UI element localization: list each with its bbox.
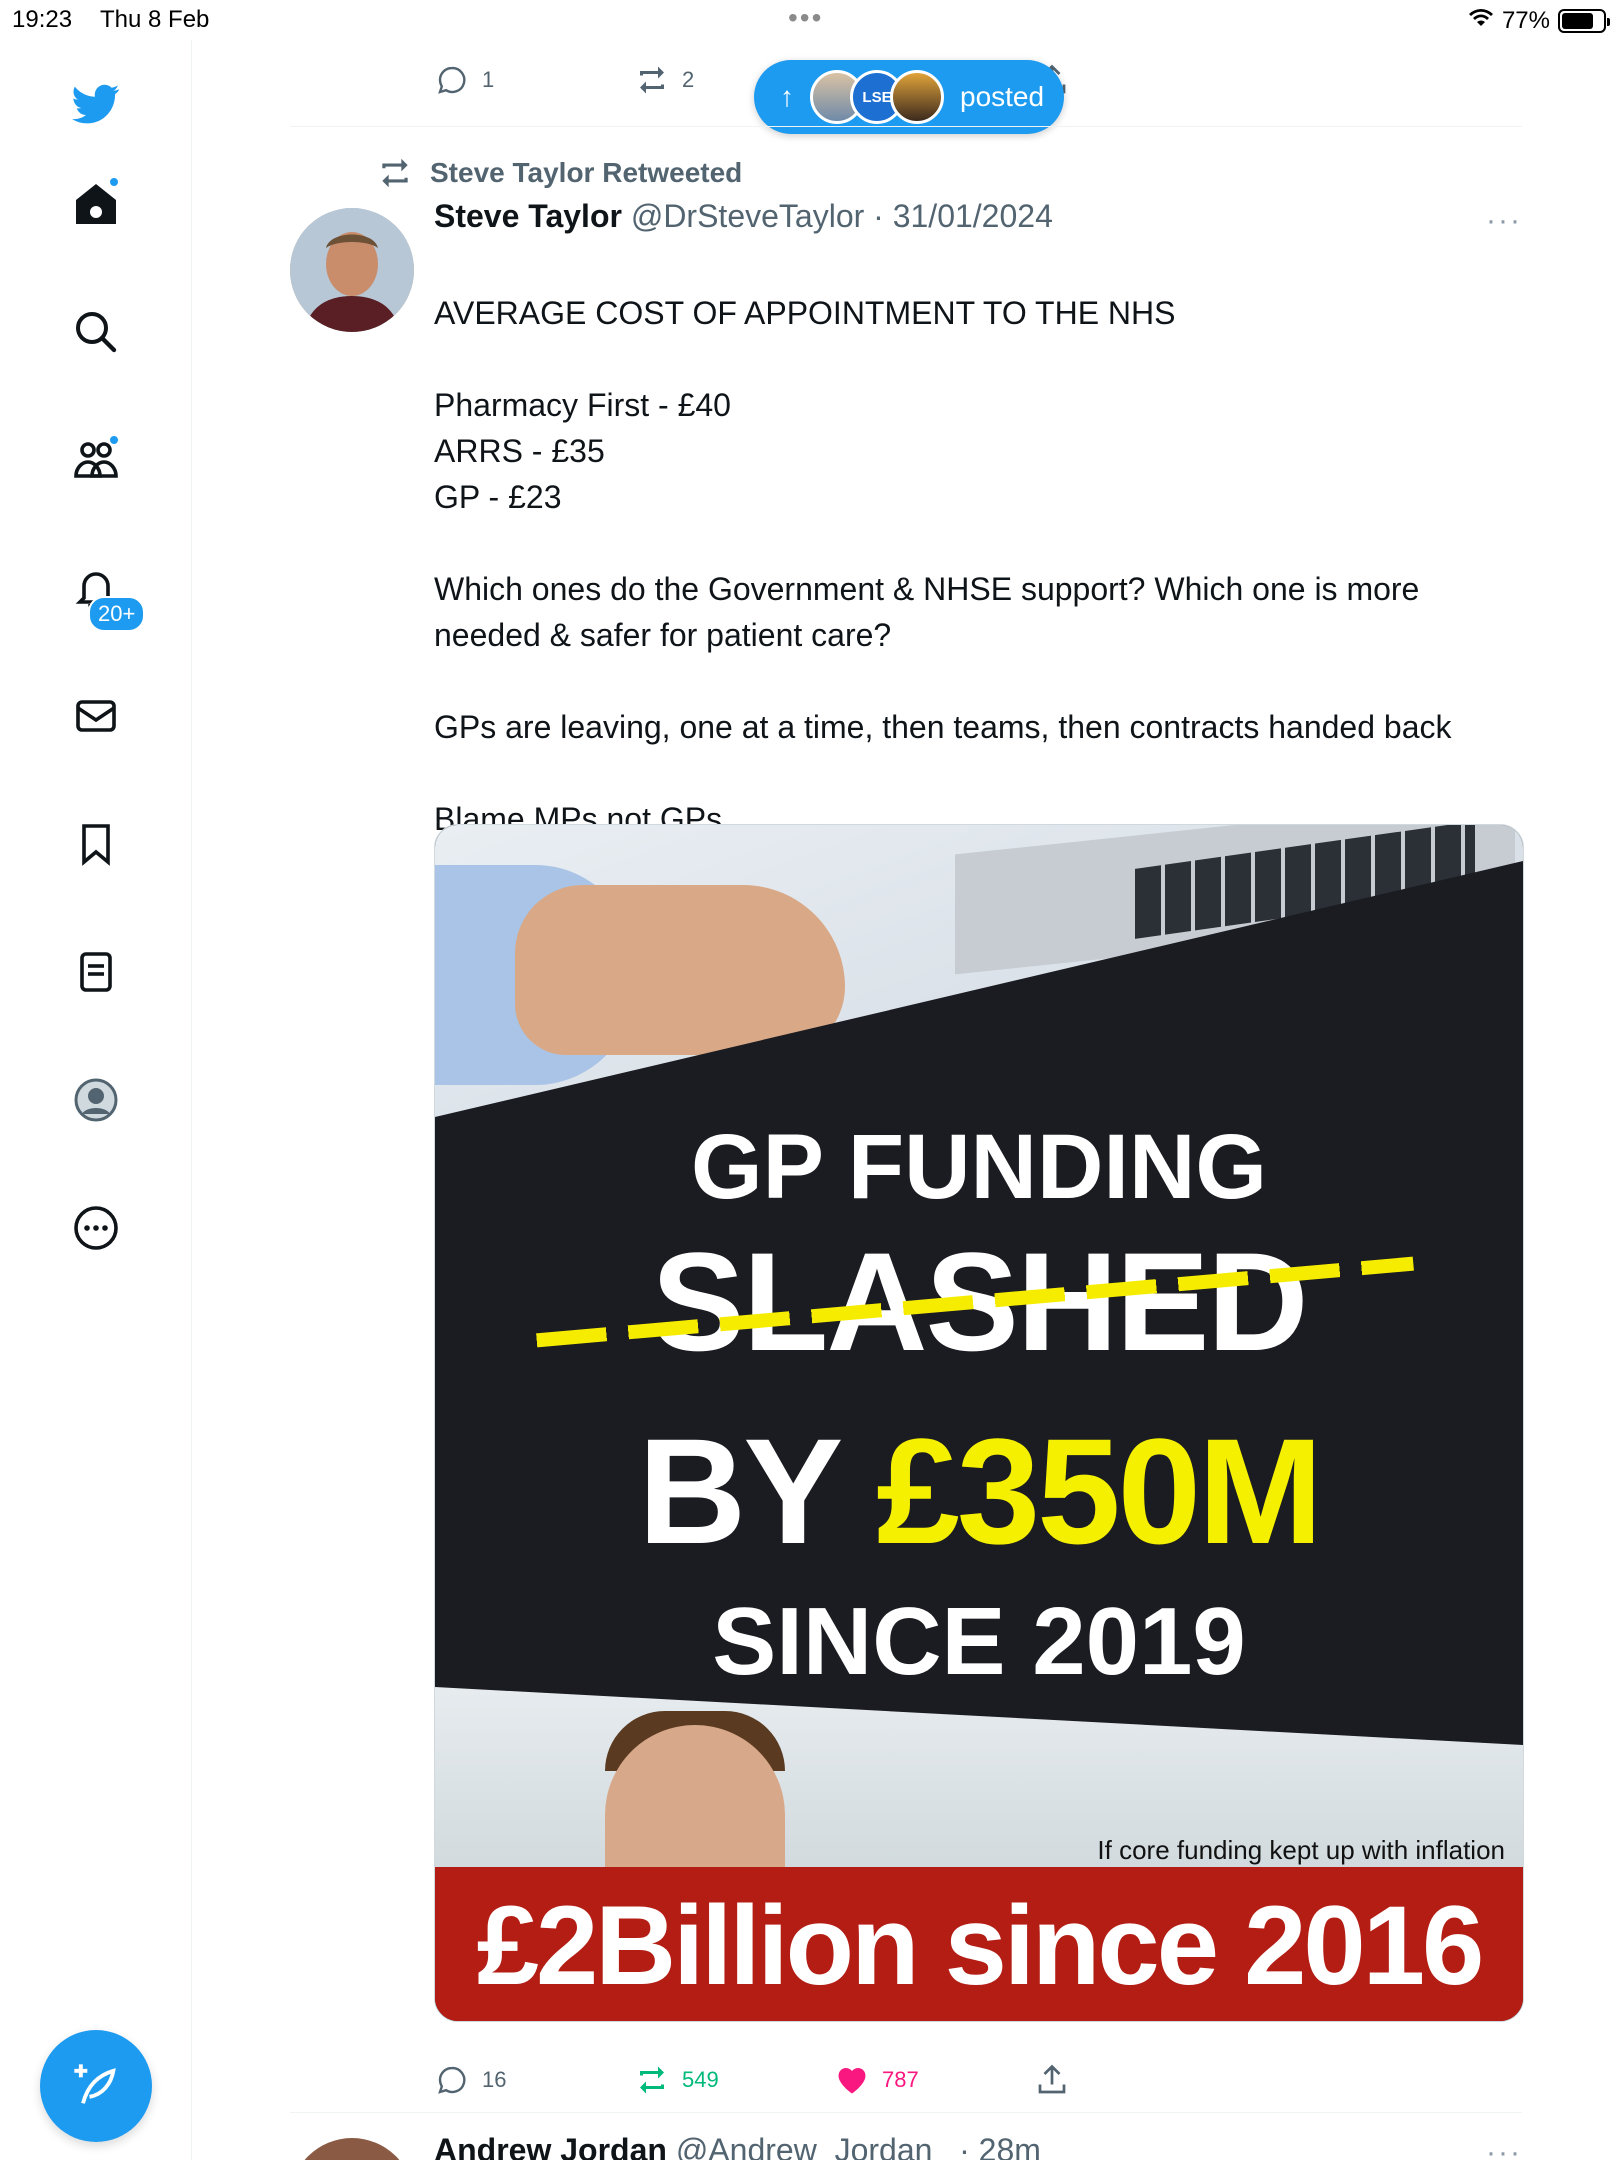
tweet-divider — [290, 126, 1522, 127]
tweet-header: Steve Taylor @DrSteveTaylor · 31/01/2024 — [434, 198, 1053, 235]
tweet-divider-bottom — [290, 2112, 1522, 2113]
arrow-up-icon: ↑ — [780, 81, 794, 112]
prev-reply-count: 1 — [482, 67, 495, 92]
image-inflation-note: If core funding kept up with inflation — [1097, 1835, 1505, 1865]
timeline[interactable]: 1 2 ↑ LSE posted Steve Taylor Retweeted — [192, 40, 1620, 2160]
retweeted-by: Steve Taylor Retweeted — [430, 157, 743, 188]
reply-button[interactable]: 16 — [434, 2062, 506, 2098]
nav-profile[interactable] — [64, 1068, 128, 1132]
share-icon — [1038, 2064, 1066, 2094]
nav-more[interactable] — [64, 1196, 128, 1260]
status-date: Thu 8 Feb — [100, 6, 210, 33]
tweet-actions: 16 549 787 — [434, 2058, 1534, 2106]
status-bar: 19:23 Thu 8 Feb ••• 77% — [0, 0, 1620, 40]
tweet-text-line: ARRS - £35 — [434, 433, 605, 469]
prev-retweet-button[interactable]: 2 — [634, 62, 694, 98]
pill-avatars: LSE — [810, 70, 944, 124]
nav-communities[interactable] — [64, 428, 128, 492]
image-headline-3-amount: £350M — [876, 1407, 1323, 1575]
multitasking-dots-icon[interactable]: ••• — [788, 2, 823, 34]
tweet-text-gap — [434, 336, 1534, 382]
tweet-text-gap — [434, 520, 1534, 566]
retweet-button[interactable]: 549 — [634, 2062, 719, 2098]
mail-icon — [76, 700, 116, 732]
like-count: 787 — [882, 2067, 919, 2092]
prev-reply-button[interactable]: 1 — [434, 62, 494, 98]
tweet-text: AVERAGE COST OF APPOINTMENT TO THE NHS Ph… — [434, 290, 1534, 842]
reply-icon — [438, 66, 466, 94]
retweet-context-icon — [382, 158, 408, 188]
home-unread-dot — [108, 176, 120, 188]
bookmark-icon — [82, 824, 110, 866]
battery-percent: 77% — [1501, 6, 1550, 34]
nav-search[interactable] — [64, 300, 128, 364]
next-author-avatar[interactable] — [290, 2138, 414, 2160]
image-headline-1: GP FUNDING — [691, 1116, 1267, 1218]
tweet-text-line: Which ones do the Government & NHSE supp… — [434, 571, 1420, 653]
status-right: 77% — [1468, 6, 1610, 35]
sidebar: 20+ — [0, 40, 192, 2160]
author-handle[interactable]: @DrSteveTaylor — [631, 198, 864, 234]
retweet-context[interactable]: Steve Taylor Retweeted — [376, 154, 742, 192]
retweet-icon — [640, 2066, 664, 2094]
image-headline-3-prefix: BY — [638, 1407, 877, 1575]
profile-avatar-icon — [74, 1078, 118, 1122]
nav-messages[interactable] — [64, 684, 128, 748]
tweet-text-gap — [434, 658, 1534, 704]
next-tweet-time[interactable]: 28m — [979, 2132, 1041, 2160]
reply-count: 16 — [482, 2067, 507, 2092]
search-icon — [76, 312, 117, 353]
twitter-logo-icon[interactable] — [64, 70, 128, 134]
share-button[interactable] — [1034, 2062, 1070, 2098]
next-tweet-more-button[interactable]: ··· — [1486, 2136, 1522, 2160]
next-separator: · — [959, 2132, 970, 2160]
nav-bookmarks[interactable] — [64, 812, 128, 876]
tweet-text-line: GPs are leaving, one at a time, then tea… — [434, 709, 1452, 745]
image-hand — [515, 885, 845, 1055]
battery-fill — [1562, 12, 1593, 29]
next-author-handle[interactable]: @Andrew_Jordan_ — [676, 2132, 950, 2160]
pill-avatar-3 — [890, 70, 944, 124]
tweet-text-line: AVERAGE COST OF APPOINTMENT TO THE NHS — [434, 295, 1176, 331]
new-posts-pill[interactable]: ↑ LSE posted — [754, 60, 1064, 134]
heart-icon — [838, 2068, 866, 2094]
image-headline-4: SINCE 2019 — [712, 1588, 1246, 1695]
battery-icon — [1558, 8, 1610, 33]
image-headline-3: BY £350M — [435, 1405, 1523, 1578]
next-author-name[interactable]: Andrew Jordan — [434, 2132, 667, 2160]
header-separator: · — [873, 198, 884, 234]
nav-home[interactable] — [64, 172, 128, 236]
notifications-badge: 20+ — [88, 596, 146, 632]
tweet-text-gap — [434, 750, 1534, 796]
tweet-more-button[interactable]: ··· — [1486, 204, 1522, 238]
author-avatar-image — [290, 208, 414, 332]
lists-icon — [80, 952, 112, 992]
retweet-icon — [640, 66, 664, 94]
tweet-image[interactable]: GP FUNDING SLASHED BY £350M SINCE 2019 I… — [434, 824, 1524, 2022]
compose-tweet-button[interactable] — [40, 2030, 152, 2142]
like-button[interactable]: 787 — [834, 2062, 919, 2098]
image-red-banner: £2Billion since 2016 — [435, 1867, 1523, 2021]
retweet-count: 549 — [682, 2067, 719, 2092]
nav-lists[interactable] — [64, 940, 128, 1004]
author-name[interactable]: Steve Taylor — [434, 198, 622, 234]
communities-unread-dot — [108, 434, 120, 446]
more-circle-icon — [74, 1206, 118, 1250]
tweet-date[interactable]: 31/01/2024 — [893, 198, 1053, 234]
tweet-text-line: GP - £23 — [434, 479, 562, 515]
status-time: 19:23 — [12, 6, 73, 33]
author-avatar[interactable] — [290, 208, 414, 332]
compose-feather-icon — [74, 2064, 116, 2104]
reply-icon — [438, 2066, 466, 2094]
wifi-icon — [1468, 6, 1494, 35]
next-tweet-header: Andrew Jordan @Andrew_Jordan_ · 28m — [434, 2132, 1041, 2160]
posted-label: posted — [960, 81, 1045, 112]
prev-retweet-count: 2 — [682, 67, 695, 92]
tweet-text-line: Pharmacy First - £40 — [434, 387, 731, 423]
